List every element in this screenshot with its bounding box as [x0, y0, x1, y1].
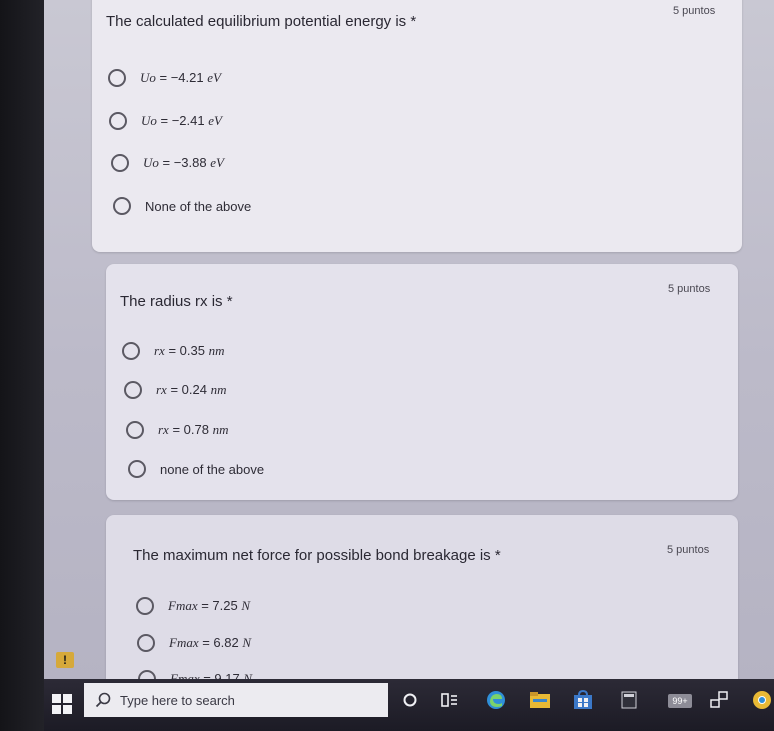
q2-option-2-label: rx = 0.24 nm [156, 382, 227, 397]
notification-count-badge[interactable]: 99+ [668, 694, 692, 708]
question-2-title: The radius rx is * [120, 293, 233, 310]
task-view-icon[interactable] [438, 688, 462, 712]
q2-option-3-label: rx = 0.78 nm [158, 422, 229, 437]
q1-option-1-label: Uo = −4.21 eV [140, 70, 221, 85]
q1-option-4[interactable]: None of the above [113, 197, 251, 215]
question-2-points: 5 puntos [668, 283, 711, 295]
question-1-points: 5 puntos [673, 5, 716, 17]
q2-option-3[interactable]: rx = 0.78 nm [126, 421, 228, 439]
alert-badge[interactable]: ! [56, 652, 74, 668]
q3-option-1-label: Fmax = 7.25 N [168, 598, 251, 613]
question-3-points: 5 puntos [667, 544, 710, 556]
windows-start-icon[interactable] [52, 694, 74, 716]
radio-button[interactable] [136, 597, 154, 615]
q3-option-1[interactable]: Fmax = 7.25 N [136, 597, 250, 615]
file-explorer-icon[interactable] [528, 688, 552, 712]
q2-option-1-label: rx = 0.35 nm [154, 343, 225, 358]
radio-button[interactable] [124, 381, 142, 399]
screen-bezel [0, 0, 44, 731]
search-placeholder: Type here to search [120, 692, 235, 708]
q3-option-2[interactable]: Fmax = 6.82 N [137, 634, 251, 652]
network-icon[interactable] [707, 688, 731, 712]
cortana-icon[interactable] [398, 688, 422, 712]
q2-option-4-label: none of the above [160, 461, 265, 477]
search-icon [95, 692, 111, 708]
q3-option-2-label: Fmax = 6.82 N [169, 635, 252, 650]
radio-button[interactable] [128, 460, 146, 478]
edge-icon[interactable] [484, 688, 508, 712]
q1-option-3-label: Uo = −3.88 eV [143, 155, 224, 170]
calculator-icon[interactable] [617, 688, 641, 712]
radio-button[interactable] [126, 421, 144, 439]
q1-option-4-label: None of the above [145, 198, 252, 214]
q2-option-4[interactable]: none of the above [128, 460, 264, 478]
q2-option-2[interactable]: rx = 0.24 nm [124, 381, 226, 399]
radio-button[interactable] [109, 112, 127, 130]
q2-option-1[interactable]: rx = 0.35 nm [122, 342, 224, 360]
q1-option-2[interactable]: Uo = −2.41 eV [109, 112, 222, 130]
question-3-title: The maximum net force for possible bond … [133, 547, 501, 564]
store-icon[interactable] [571, 688, 595, 712]
taskbar-search-box[interactable]: Type here to search [84, 683, 388, 717]
radio-button[interactable] [137, 634, 155, 652]
q1-option-2-label: Uo = −2.41 eV [141, 113, 222, 128]
radio-button[interactable] [113, 197, 131, 215]
radio-button[interactable] [122, 342, 140, 360]
question-1-title: The calculated equilibrium potential ene… [106, 13, 417, 30]
q1-option-1[interactable]: Uo = −4.21 eV [108, 69, 221, 87]
radio-button[interactable] [108, 69, 126, 87]
q1-option-3[interactable]: Uo = −3.88 eV [111, 154, 224, 172]
radio-button[interactable] [111, 154, 129, 172]
chrome-icon[interactable] [750, 688, 774, 712]
